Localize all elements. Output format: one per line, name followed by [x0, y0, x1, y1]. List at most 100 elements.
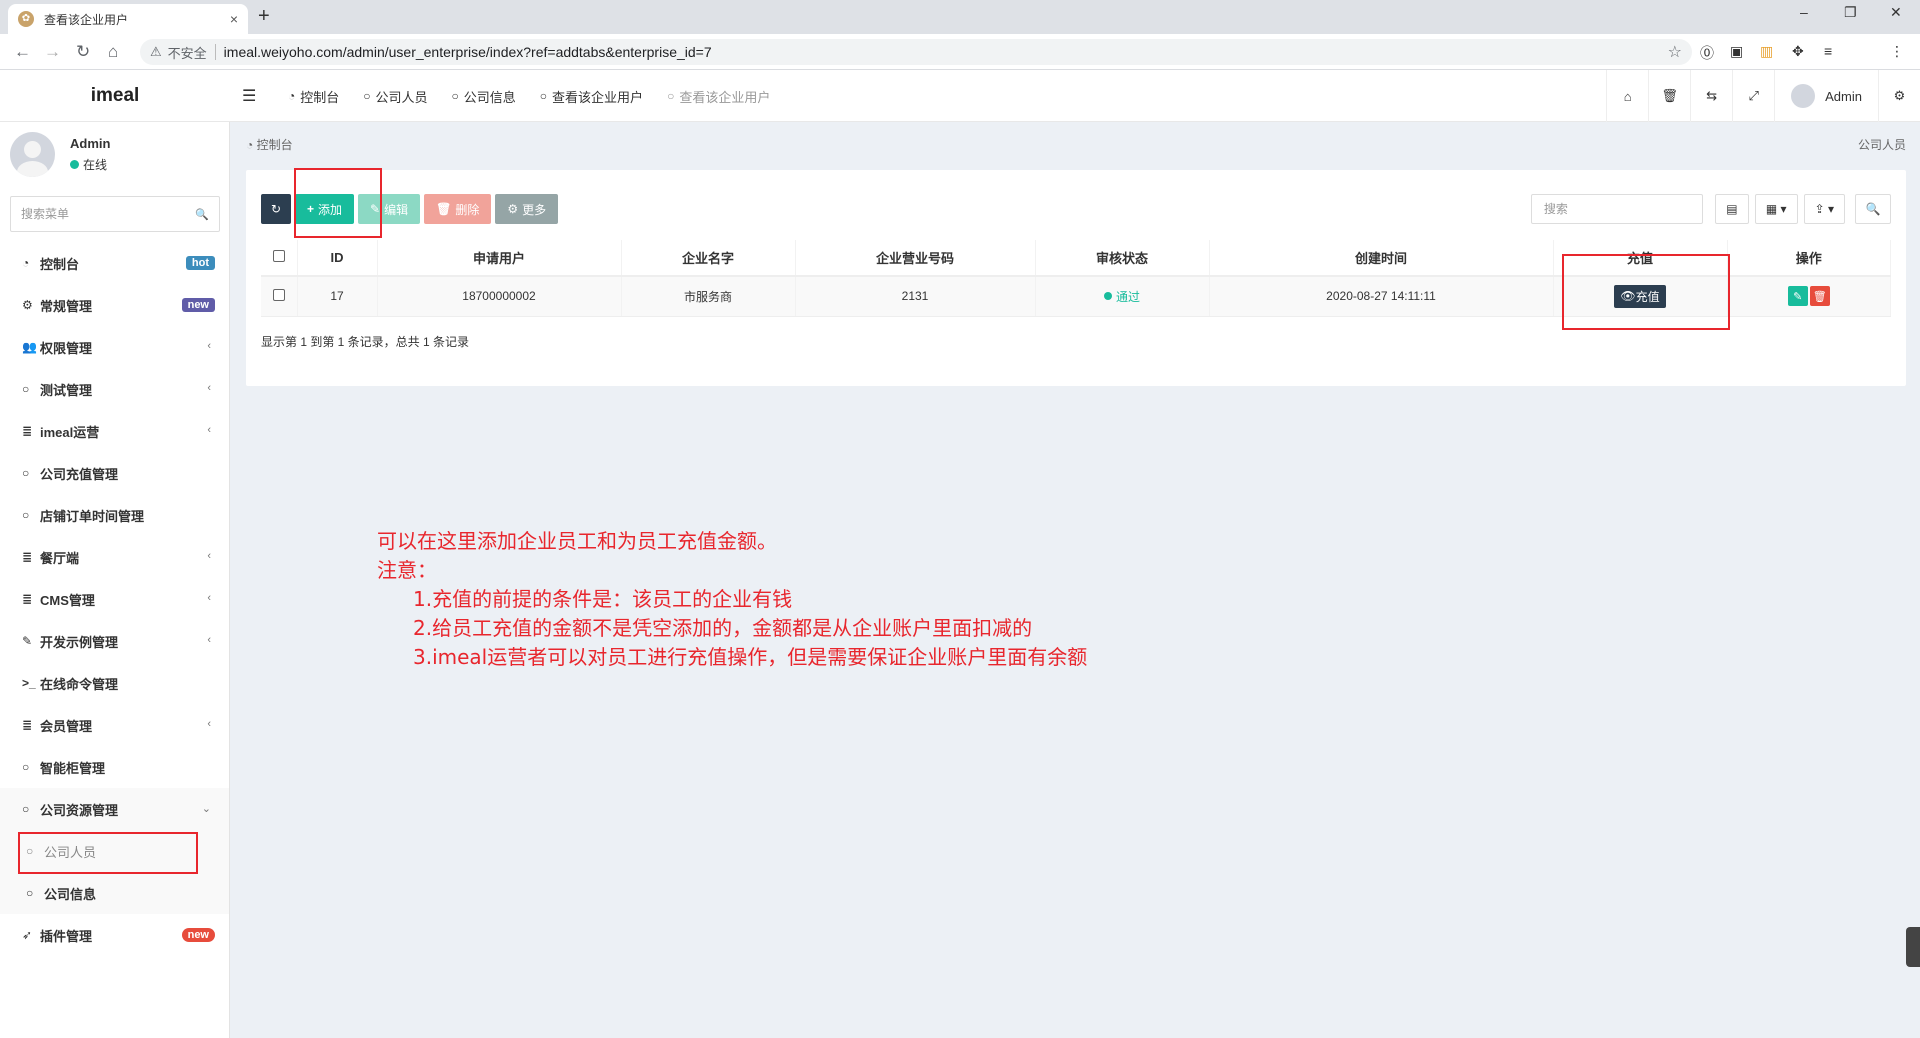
- header-user-menu[interactable]: Admin: [1774, 70, 1878, 122]
- sidebar-item-plugins[interactable]: ➶ 插件管理 new: [0, 914, 229, 956]
- new-tab-button[interactable]: +: [258, 5, 270, 28]
- minimize-icon[interactable]: –: [1800, 4, 1808, 20]
- home-button[interactable]: ⌂: [1606, 70, 1648, 122]
- more-button[interactable]: ⚙ 更多: [495, 194, 559, 224]
- column-header-status[interactable]: 审核状态: [1035, 240, 1210, 277]
- tab-label: 查看该企业用户: [552, 89, 644, 105]
- column-header-id[interactable]: ID: [297, 240, 378, 277]
- column-header-user[interactable]: 申请用户: [377, 240, 622, 277]
- avatar: [10, 132, 55, 177]
- delete-button[interactable]: 🗑 删除: [424, 194, 492, 224]
- hot-badge: hot: [185, 256, 215, 270]
- sidebar-item-company-recharge[interactable]: ○ 公司充值管理: [0, 452, 229, 494]
- bookmark-star-icon[interactable]: ☆: [1668, 42, 1682, 62]
- sidebar-item-order-time[interactable]: ○ 店铺订单时间管理: [0, 494, 229, 536]
- reload-icon[interactable]: ↻: [76, 42, 90, 62]
- row-delete-button[interactable]: 🗑: [1809, 286, 1830, 307]
- cell-status: 通过: [1035, 276, 1210, 317]
- table-tools: ▤ ▦ ▾ ⇪ ▾ 🔍: [1530, 194, 1891, 224]
- maximize-icon[interactable]: ❐: [1844, 4, 1857, 21]
- tab-label: 公司人员: [375, 89, 428, 105]
- circle-icon: ○: [22, 466, 30, 480]
- search-button[interactable]: 🔍: [1855, 194, 1891, 224]
- annotation-line: 2.给员工充值的金额不是凭空添加的，金额都是从企业账户里面扣减的: [413, 616, 1033, 640]
- browser-tab-title: 查看该企业用户: [44, 12, 129, 27]
- tab-close-icon[interactable]: ×: [230, 11, 238, 27]
- export-button[interactable]: ⇪ ▾: [1803, 194, 1845, 224]
- row-edit-button[interactable]: ✎: [1787, 286, 1808, 307]
- sidebar-item-company-info[interactable]: ○ 公司信息: [0, 872, 229, 914]
- forward-icon[interactable]: →: [44, 42, 61, 62]
- sidebar-item-imeal-ops[interactable]: ≣ imeal运营 ‹: [0, 410, 229, 452]
- search-icon[interactable]: 🔍: [195, 208, 209, 221]
- toggle-view-button[interactable]: ▤: [1714, 194, 1749, 224]
- puzzle-icon[interactable]: ✥: [1792, 43, 1804, 60]
- column-header-created[interactable]: 创建时间: [1209, 240, 1554, 277]
- tab-label: 公司信息: [463, 89, 516, 105]
- circle-icon: ○: [22, 760, 30, 774]
- menu-toggle-icon[interactable]: ☰: [242, 86, 256, 106]
- annotation-line: 3.imeal运营者可以对员工进行充值操作，但是需要保证企业账户里面有余额: [413, 645, 1088, 669]
- delete-label: 删除: [455, 202, 480, 217]
- extension-icon[interactable]: ⓪: [1700, 43, 1714, 63]
- trash-icon: 🗑: [1812, 290, 1827, 303]
- chevron-left-icon: ‹: [207, 340, 211, 352]
- reading-list-icon[interactable]: ≡: [1824, 43, 1832, 59]
- tab-company-info[interactable]: ○ 公司信息: [440, 70, 528, 122]
- extension-square-icon[interactable]: ▣: [1730, 43, 1743, 60]
- sidebar-item-dev-examples[interactable]: ✎ 开发示例管理 ‹: [0, 620, 229, 662]
- select-all-checkbox[interactable]: [272, 250, 285, 262]
- app-logo[interactable]: imeal: [0, 70, 230, 122]
- column-header-license[interactable]: 企业营业号码: [795, 240, 1036, 277]
- fullscreen-button[interactable]: ⤢: [1732, 70, 1774, 122]
- sidebar-item-dashboard[interactable]: ◔ 控制台 hot: [0, 242, 229, 284]
- url-omnibox[interactable]: ⚠ 不安全 imeal.weiyoho.com/admin/user_enter…: [140, 39, 1692, 65]
- sidebar-item-cms[interactable]: ≣ CMS管理 ‹: [0, 578, 229, 620]
- annotation-line: 可以在这里添加企业员工和为员工充值金额。: [377, 529, 777, 553]
- status-badge: 通过: [1103, 288, 1140, 305]
- tab-dashboard[interactable]: ◔ 控制台: [276, 70, 351, 122]
- extension-books-icon[interactable]: ▥: [1760, 43, 1773, 60]
- home-icon: ⌂: [1623, 88, 1632, 104]
- menu-search-input[interactable]: [21, 207, 196, 221]
- columns-button[interactable]: ▦ ▾: [1754, 194, 1798, 224]
- sidebar-item-restaurant[interactable]: ≣ 餐厅端 ‹: [0, 536, 229, 578]
- magic-wand-icon: ✎: [22, 634, 33, 648]
- back-icon[interactable]: ←: [14, 42, 31, 62]
- sidebar-item-label: 插件管理: [40, 928, 93, 944]
- tab-view-enterprise-users[interactable]: ○ 查看该企业用户: [528, 70, 655, 122]
- browser-tab[interactable]: ✿ 查看该企业用户 ×: [8, 4, 248, 34]
- sidebar-item-smart-cabinet[interactable]: ○ 智能柜管理: [0, 746, 229, 788]
- sidebar-item-test[interactable]: ○ 测试管理 ‹: [0, 368, 229, 410]
- sidebar-item-label: 开发示例管理: [40, 634, 119, 650]
- tab-company-staff[interactable]: ○ 公司人员: [351, 70, 439, 122]
- status-dot-icon: [1103, 292, 1112, 301]
- side-panel-handle[interactable]: [1906, 927, 1920, 967]
- browser-address-bar: ← → ↻ ⌂ ⚠ 不安全 imeal.weiyoho.com/admin/us…: [0, 34, 1920, 95]
- sidebar-item-label: 常规管理: [40, 298, 93, 314]
- window-close-icon[interactable]: ✕: [1890, 4, 1902, 21]
- refresh-button[interactable]: ↻: [261, 194, 291, 224]
- sidebar-item-company-resources[interactable]: ○ 公司资源管理 ⌄: [0, 788, 229, 830]
- table-search-input[interactable]: [1530, 194, 1703, 224]
- clear-cache-button[interactable]: 🗑: [1648, 70, 1690, 122]
- sidebar-item-permissions[interactable]: 👥 权限管理 ‹: [0, 326, 229, 368]
- settings-button[interactable]: ⚙: [1878, 70, 1920, 122]
- sidebar-item-general[interactable]: ⚙ 常规管理 new: [0, 284, 229, 326]
- user-name: Admin: [70, 136, 111, 151]
- pagination-info: 显示第 1 到第 1 条记录，总共 1 条记录: [261, 335, 470, 349]
- gear-icon: ⚙: [507, 202, 519, 216]
- row-checkbox[interactable]: [272, 288, 285, 301]
- menu-search: 🔍: [10, 196, 220, 232]
- annotation-box-recharge: [1562, 254, 1730, 330]
- column-header-company[interactable]: 企业名字: [621, 240, 796, 277]
- url-text[interactable]: imeal.weiyoho.com/admin/user_enterprise/…: [224, 44, 1668, 60]
- tab-view-enterprise-users-active[interactable]: ○ 查看该企业用户: [655, 70, 782, 122]
- language-button[interactable]: ⇆: [1690, 70, 1732, 122]
- top-navbar: ☰ ◔ 控制台 ○ 公司人员 ○ 公司信息 ○ 查看该企业用户 ○ 查看该企业用户 ⌂ 🗑…: [230, 70, 1920, 122]
- home-icon[interactable]: ⌂: [108, 42, 118, 62]
- browser-menu-icon[interactable]: ⋮: [1890, 43, 1904, 60]
- sidebar-item-members[interactable]: ≣ 会员管理 ‹: [0, 704, 229, 746]
- breadcrumb-text[interactable]: 控制台: [257, 138, 293, 152]
- sidebar-item-online-command[interactable]: >_ 在线命令管理: [0, 662, 229, 704]
